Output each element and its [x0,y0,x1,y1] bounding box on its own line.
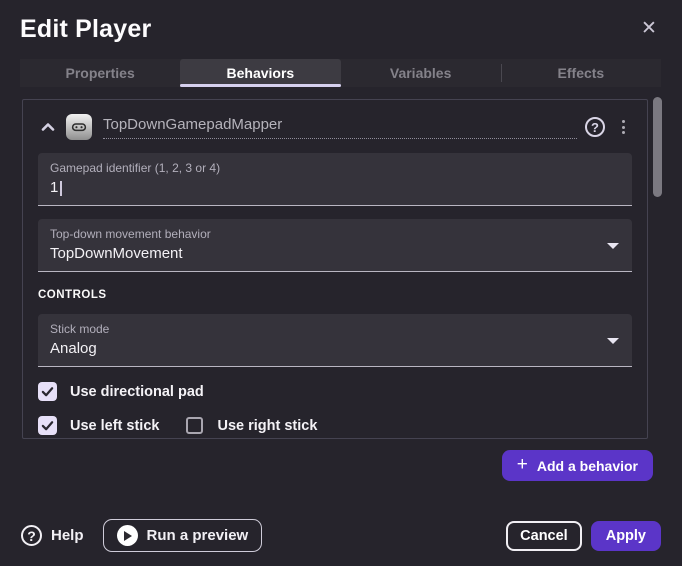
field-value: 1 [50,179,620,197]
checkmark-icon [41,385,54,398]
checkbox-use-left-stick[interactable]: Use left stick [38,416,159,435]
checkbox-row: Use directional pad [38,382,632,401]
tab-label: Variables [390,65,452,81]
kebab-menu-icon[interactable] [614,120,632,134]
run-preview-button[interactable]: Run a preview [103,519,263,552]
checkmark-icon [41,419,54,432]
checkbox-use-right-stick[interactable]: Use right stick [185,416,317,435]
field-label: Top-down movement behavior [50,227,620,241]
tab-behaviors[interactable]: Behaviors [180,59,340,87]
field-value: TopDownMovement [50,245,620,263]
tab-label: Effects [558,65,605,81]
add-behavior-label: Add a behavior [537,458,638,474]
checkbox-checked[interactable] [38,416,57,435]
tab-properties[interactable]: Properties [20,59,180,87]
checkbox-unchecked[interactable] [186,417,203,434]
dialog-header: Edit Player [0,0,682,44]
field-value: Analog [50,340,620,358]
checkbox-use-directional-pad[interactable]: Use directional pad [38,382,204,401]
caret-down-icon [607,338,619,344]
tab-label: Behaviors [227,65,295,81]
behavior-name-field[interactable]: TopDownGamepadMapper [103,116,577,139]
field-label: Stick mode [50,322,620,336]
checkbox-checked[interactable] [38,382,57,401]
page-title: Edit Player [20,15,662,44]
tab-label: Properties [66,65,135,81]
tab-bar: Properties Behaviors Variables Effects [20,59,661,87]
close-icon[interactable]: ✕ [638,17,660,39]
run-preview-label: Run a preview [147,527,249,544]
gamepad-identifier-field[interactable]: Gamepad identifier (1, 2, 3 or 4) 1 [38,153,632,206]
checkbox-row: Use left stick Use right stick [38,416,632,435]
scrollbar-thumb[interactable] [653,97,662,197]
stick-mode-select[interactable]: Stick mode Analog [38,314,632,367]
controls-section-label: CONTROLS [38,289,632,301]
checkbox-label: Use right stick [217,418,317,434]
checkbox-label: Use left stick [70,418,159,434]
tab-effects[interactable]: Effects [501,59,661,87]
behavior-header: TopDownGamepadMapper ? [38,114,632,140]
apply-button[interactable]: Apply [591,521,661,551]
behaviors-scroll-panel: TopDownGamepadMapper ? Gamepad identifie… [22,99,648,439]
text-caret [60,181,62,196]
behavior-help-icon[interactable]: ? [585,117,605,137]
cancel-button[interactable]: Cancel [506,521,582,551]
plus-icon: + [517,455,528,474]
field-label: Gamepad identifier (1, 2, 3 or 4) [50,161,620,175]
chevron-up-icon[interactable] [40,119,56,135]
caret-down-icon [607,243,619,249]
help-icon[interactable]: ? [21,525,42,546]
add-behavior-button[interactable]: + Add a behavior [502,450,653,481]
tab-variables[interactable]: Variables [341,59,501,87]
help-button[interactable]: Help [51,527,84,544]
gamepad-icon [66,114,92,140]
movement-behavior-select[interactable]: Top-down movement behavior TopDownMoveme… [38,219,632,272]
checkbox-label: Use directional pad [70,384,204,400]
dialog-footer: ? Help Run a preview Cancel Apply [0,505,682,566]
play-icon [117,525,138,546]
